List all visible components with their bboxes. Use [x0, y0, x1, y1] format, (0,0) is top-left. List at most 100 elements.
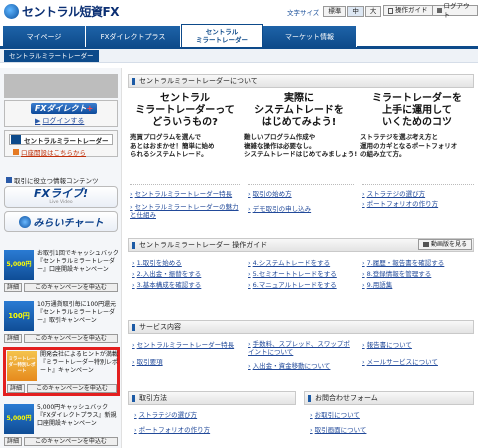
guide-item[interactable]: › 4.システムトレードをする — [248, 258, 358, 269]
logo-icon — [4, 4, 19, 19]
tab-market-info[interactable]: マーケット情報 — [263, 26, 357, 47]
trading-links: › ストラテジの選び方 › ポートフォリオの作り方 — [134, 410, 294, 436]
promo-apply-button[interactable]: このキャンペーンを申込む — [24, 334, 118, 343]
arrow-icon: › — [132, 341, 135, 349]
link-how-to-start[interactable]: › 取引の始め方 — [248, 188, 354, 198]
promo-apply-button[interactable]: このキャンペーンを申込む — [24, 283, 118, 292]
service-item[interactable]: › 手数料、スプレッド、スワップポイントについて — [248, 340, 356, 356]
tab-central-mirror-trader[interactable]: セントラル ミラートレーダー — [181, 24, 263, 47]
arrow-icon: › — [362, 259, 365, 267]
promo-2[interactable]: 100円 10万通貨取引毎に100円還元『セントラルミラートレーダー』取引キャン… — [4, 301, 118, 345]
arrow-icon: › — [248, 190, 251, 198]
arrow-icon: › — [130, 203, 133, 211]
promo-apply-button[interactable]: このキャンペーンを申込む — [27, 384, 117, 393]
about-section-title: セントラルミラートレーダーについて — [128, 74, 474, 88]
guide-item[interactable]: › 2.入出金・振替をする — [132, 269, 242, 280]
guide-col-2: › 4.システムトレードをする › 5.セミオートトレードをする › 6.マニュアルト… — [248, 258, 358, 291]
promo-1[interactable]: 5,000円 お取引1回でキャッシュバック『セントラルミラートレーダー』口座開設… — [4, 250, 119, 294]
globe-icon — [18, 215, 31, 228]
lock-icon — [437, 8, 442, 13]
service-col-2: › 手数料、スプレッド、スワップポイントについて › 入出金・資金移動について — [248, 340, 356, 370]
feature-card-start[interactable]: 実際に システムトレードを はじめてみよう! 難しいプログラム作成や 複雑な操作… — [244, 93, 357, 179]
logout-button[interactable]: ログアウト — [432, 2, 478, 19]
document-icon — [388, 7, 393, 14]
promo-3-highlighted[interactable]: ミラートレーダー特別レポート 開発会社によるヒントが満載『ミラートレーダー特別レ… — [3, 347, 120, 396]
contact-links: › お取引について › 取引画面について — [310, 410, 470, 436]
contact-item[interactable]: › 取引画面について — [310, 425, 470, 436]
guide-item[interactable]: › 8.登録情報を管理する — [362, 269, 474, 280]
video-guide-button[interactable]: 動画版を見る — [418, 239, 473, 250]
guide-item[interactable]: › 7.履歴・報告書を確認する — [362, 258, 474, 269]
about-links-col-2: › 取引の始め方 › デモ取引の申し込み — [248, 184, 354, 213]
guide-item[interactable]: › 3.基本構成を確認する — [132, 280, 242, 291]
service-item[interactable]: › 入出金・資金移動について — [248, 362, 356, 370]
link-strategy-choice[interactable]: › ストラテジの選び方 — [362, 188, 474, 198]
arrow-icon: › — [362, 200, 365, 208]
open-account-link[interactable]: 口座開設はこちらから — [21, 147, 86, 157]
arrow-icon: › — [248, 259, 251, 267]
link-appeal[interactable]: › セントラルミラートレーダーの魅力と仕組み — [130, 203, 240, 219]
arrow-icon: › — [132, 270, 135, 278]
feature-card-what-is[interactable]: セントラル ミラートレーダーって どういうもの? 売買プログラムを選んで あとは… — [130, 93, 240, 179]
arrow-icon: › — [310, 411, 313, 419]
guide-item[interactable]: › 9.用語集 — [362, 280, 474, 291]
trading-section-title: 取引方法 — [128, 391, 296, 405]
service-col-3: › 報告書について › メールサービスについて — [362, 340, 474, 368]
arrow-icon: › — [362, 190, 365, 198]
service-item[interactable]: › メールサービスについて — [362, 357, 474, 368]
promo-detail-button[interactable]: 詳細 — [4, 437, 22, 446]
arrow-icon: › — [248, 270, 251, 278]
operation-guide-button[interactable]: 操作ガイド — [383, 5, 433, 16]
service-section-title: サービス内容 — [128, 320, 474, 334]
about-links-col-1: › セントラルミラートレーダー特長 › セントラルミラートレーダーの魅力と仕組み — [130, 184, 240, 219]
promo-detail-button[interactable]: 詳細 — [7, 384, 25, 393]
promo-apply-button[interactable]: このキャンペーンを申込む — [24, 437, 118, 446]
mirai-chart-banner[interactable]: みらいチャート — [4, 211, 118, 232]
font-size-medium[interactable]: 中 — [347, 6, 364, 17]
arrow-icon: › — [134, 426, 137, 434]
arrow-icon: › — [362, 281, 365, 289]
arrow-icon: › — [134, 411, 137, 419]
login-link[interactable]: ログインする — [42, 117, 84, 125]
guide-col-1: › 1.取引を始める › 2.入出金・振替をする › 3.基本構成を確認する — [132, 258, 242, 291]
promo-badge: 5,000円 — [4, 404, 34, 434]
arrow-icon: › — [248, 281, 251, 289]
fxdirect-login-box[interactable]: FXダイレクト+ ▶ ログインする — [4, 100, 118, 127]
link-demo-apply[interactable]: › デモ取引の申し込み — [248, 203, 354, 213]
promo-detail-button[interactable]: 詳細 — [4, 334, 22, 343]
mirror-trader-box[interactable]: セントラルミラートレーダー 口座開設はこちらから — [4, 130, 118, 157]
arrow-icon: › — [132, 281, 135, 289]
trading-item[interactable]: › ポートフォリオの作り方 — [134, 425, 294, 436]
link-features[interactable]: › セントラルミラートレーダー特長 — [130, 188, 240, 198]
font-size-control: 文字サイズ 標準 中 大 — [287, 6, 382, 17]
font-size-label: 文字サイズ — [287, 8, 320, 17]
account-icon — [13, 149, 19, 155]
guide-col-3: › 7.履歴・報告書を確認する › 8.登録情報を管理する › 9.用語集 — [362, 258, 474, 291]
about-links-col-3: › ストラテジの選び方 › ポートフォリオの作り方 — [362, 184, 474, 208]
subnav-central-mirror-trader[interactable]: セントラルミラートレーダー — [4, 50, 99, 62]
contact-item[interactable]: › お取引について — [310, 410, 470, 421]
guide-item[interactable]: › 6.マニュアルトレードをする — [248, 280, 358, 291]
tab-fxdirect-plus[interactable]: FXダイレクトプラス — [86, 26, 181, 47]
promo-badge: ミラートレーダー特別レポート — [7, 351, 37, 381]
info-contents-heading: 取引に役立つ情報コンテンツ — [6, 175, 99, 185]
service-item[interactable]: › 報告書について — [362, 340, 474, 351]
trading-item[interactable]: › ストラテジの選び方 — [134, 410, 294, 421]
guide-item[interactable]: › 5.セミオートトレードをする — [248, 269, 358, 280]
promo-4[interactable]: 5,000円 5,000円キャッシュバック『FXダイレクトプラス』新規口座開設キ… — [4, 404, 118, 448]
video-icon — [423, 242, 429, 247]
service-item[interactable]: › セントラルミラートレーダー特長 — [132, 340, 242, 351]
service-item[interactable]: › 取引要項 — [132, 357, 242, 368]
link-portfolio[interactable]: › ポートフォリオの作り方 — [362, 198, 474, 208]
font-size-large[interactable]: 大 — [364, 6, 382, 17]
logo[interactable]: セントラル短資FX — [4, 3, 124, 20]
promo-detail-button[interactable]: 詳細 — [4, 283, 22, 292]
feature-card-tips[interactable]: ミラートレーダーを 上手に運用して いくためのコツ ストラテジを選ぶ考え方と 運… — [360, 93, 474, 179]
fxlive-banner[interactable]: FXライブ! Live Video — [4, 186, 118, 208]
logo-text: セントラル短資FX — [22, 5, 119, 19]
guide-item[interactable]: › 1.取引を始める — [132, 258, 242, 269]
font-size-standard[interactable]: 標準 — [323, 6, 347, 17]
tab-mypage[interactable]: マイページ — [3, 26, 86, 47]
arrow-icon: › — [362, 358, 365, 366]
arrow-icon: › — [362, 341, 365, 349]
